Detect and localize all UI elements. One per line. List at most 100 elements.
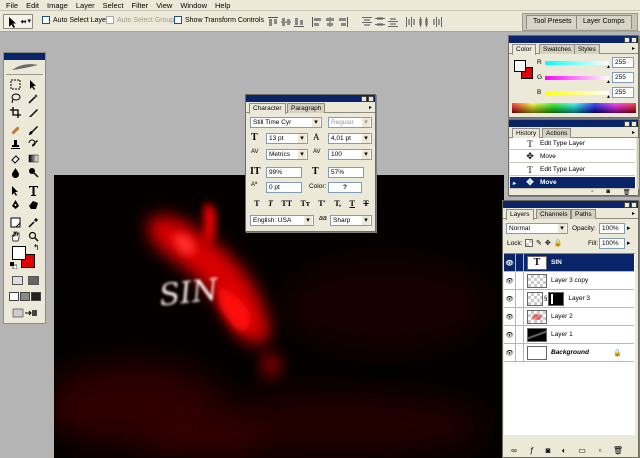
language-dropdown[interactable]: English: USA (250, 215, 314, 226)
align-bottom-edges-button[interactable] (292, 15, 304, 27)
menu-filter[interactable]: Filter (129, 1, 154, 10)
align-horizontal-centers-button[interactable] (323, 15, 335, 27)
layer-row-sin[interactable]: 👁 T SIN (504, 254, 634, 272)
menu-window[interactable]: Window (177, 1, 212, 10)
new-document-icon[interactable]: ▫ (591, 189, 593, 196)
text-color-swatch[interactable]: ? (328, 182, 362, 193)
type-tool[interactable] (26, 183, 40, 197)
font-family-dropdown[interactable]: Still Time Cyr (250, 117, 322, 128)
fill-slider-arrow-icon[interactable]: ▸ (627, 239, 631, 247)
small-caps-button[interactable]: Tт (301, 199, 310, 208)
strikethrough-button[interactable]: T (363, 199, 368, 208)
history-panel-title-bar[interactable] (509, 120, 638, 127)
baseline-shift-field[interactable]: 0 pt (266, 182, 302, 193)
eye-icon[interactable]: 👁 (504, 326, 516, 343)
layer-name[interactable]: SIN (551, 259, 562, 266)
blend-mode-dropdown[interactable]: Normal (506, 223, 568, 234)
panel-menu-icon[interactable]: ▸ (632, 129, 635, 136)
panel-menu-icon[interactable]: ▸ (632, 210, 635, 217)
close-button[interactable] (631, 36, 637, 43)
tab-paragraph[interactable]: Paragraph (287, 103, 326, 113)
distribute-left-button[interactable] (404, 15, 416, 27)
eye-icon[interactable]: 👁 (504, 254, 516, 271)
history-item[interactable]: ✥ Move (510, 151, 635, 163)
eye-icon[interactable]: 👁 (504, 272, 516, 289)
tab-swatches[interactable]: Swatches (539, 44, 576, 54)
hand-tool[interactable] (8, 229, 22, 243)
standard-screen-mode-button[interactable] (9, 292, 19, 301)
menu-view[interactable]: View (153, 1, 177, 10)
character-panel-title-bar[interactable] (246, 95, 375, 102)
marquee-tool[interactable] (8, 77, 22, 91)
menu-edit[interactable]: Edit (23, 1, 44, 10)
path-selection-tool[interactable] (8, 183, 22, 197)
chain-link-icon[interactable]: § (544, 296, 547, 302)
distribute-right-button[interactable] (430, 15, 442, 27)
eye-icon[interactable]: 👁 (504, 308, 516, 325)
notes-tool[interactable] (8, 215, 22, 229)
tab-actions[interactable]: Actions (542, 128, 572, 138)
jump-to-imageready-button[interactable] (12, 308, 38, 318)
subscript-button[interactable]: T, (334, 199, 341, 208)
default-colors-icon[interactable] (10, 262, 18, 270)
tool-presets-tab[interactable]: Tool Presets (526, 15, 579, 29)
tab-channels[interactable]: Channels (536, 209, 572, 219)
align-right-edges-button[interactable] (336, 15, 348, 27)
kerning-field[interactable]: Metrics (266, 149, 308, 160)
eye-icon[interactable]: 👁 (504, 290, 516, 307)
slice-tool[interactable] (26, 105, 40, 119)
lock-transparency-icon[interactable] (525, 239, 533, 247)
new-snapshot-icon[interactable]: ◙ (606, 189, 610, 196)
clone-stamp-tool[interactable] (8, 137, 22, 151)
layer-name[interactable]: Layer 2 (551, 313, 573, 320)
delete-layer-icon[interactable]: 🗑 (612, 445, 624, 455)
green-value-field[interactable]: 255 (612, 72, 634, 83)
link-layers-icon[interactable]: ∞ (508, 445, 520, 455)
lock-pixels-icon[interactable]: ✎ (536, 239, 542, 248)
layer-name[interactable]: Layer 1 (551, 331, 573, 338)
eye-icon[interactable]: 👁 (504, 344, 516, 361)
tab-color[interactable]: Color (512, 44, 536, 55)
layers-panel-title-bar[interactable] (503, 201, 638, 208)
tab-styles[interactable]: Styles (574, 44, 600, 54)
antialias-dropdown[interactable]: Sharp (330, 215, 372, 226)
panel-menu-icon[interactable]: ▸ (369, 104, 372, 111)
dodge-tool[interactable] (26, 165, 40, 179)
distribute-top-button[interactable] (360, 15, 372, 27)
layer-comps-tab[interactable]: Layer Comps (576, 15, 632, 29)
layer-name[interactable]: Layer 3 (568, 295, 590, 302)
underline-button[interactable]: T (350, 199, 355, 208)
vertical-scale-field[interactable]: 99% (266, 167, 302, 178)
eyedropper-tool[interactable] (26, 215, 40, 229)
standard-mode-button[interactable] (12, 276, 23, 285)
tab-layers[interactable]: Layers (506, 209, 534, 220)
menu-file[interactable]: File (3, 1, 23, 10)
leading-field[interactable]: 4,01 pt (328, 133, 372, 144)
foreground-color-swatch[interactable] (12, 246, 26, 260)
show-transform-controls-checkbox[interactable] (174, 16, 182, 24)
add-mask-icon[interactable]: ◙ (542, 445, 554, 455)
adjustment-layer-icon[interactable]: ◐ (558, 445, 570, 455)
history-brush-tool[interactable] (26, 137, 40, 151)
layer-style-icon[interactable]: ƒ (526, 445, 538, 455)
panel-menu-icon[interactable]: ▸ (632, 45, 635, 52)
gradient-tool[interactable] (26, 151, 40, 165)
history-scrollbar[interactable] (637, 138, 639, 189)
color-foreground-swatch[interactable] (514, 60, 526, 72)
auto-select-layer-checkbox[interactable] (42, 16, 50, 24)
blue-slider-track[interactable] (545, 91, 609, 95)
history-item[interactable]: T Edit Type Layer (510, 164, 635, 176)
opacity-field[interactable]: 100% (599, 223, 625, 234)
menu-layer[interactable]: Layer (73, 1, 100, 10)
history-item[interactable]: T Edit Type Layer (510, 138, 635, 150)
minimize-button[interactable] (361, 95, 367, 102)
layer-row-layer-3-copy[interactable]: 👁 Layer 3 copy (504, 272, 634, 290)
blue-value-field[interactable]: 255 (612, 87, 634, 98)
green-slider-thumb[interactable]: ▲ (606, 79, 611, 85)
toolbox-title-bar[interactable] (4, 53, 45, 60)
full-screen-mode-button[interactable] (31, 292, 41, 301)
superscript-button[interactable]: T' (318, 199, 326, 208)
distribute-bottom-button[interactable] (386, 15, 398, 27)
tracking-field[interactable]: 100 (328, 149, 372, 160)
layer-row-background[interactable]: 👁 Background 🔒 (504, 344, 634, 362)
